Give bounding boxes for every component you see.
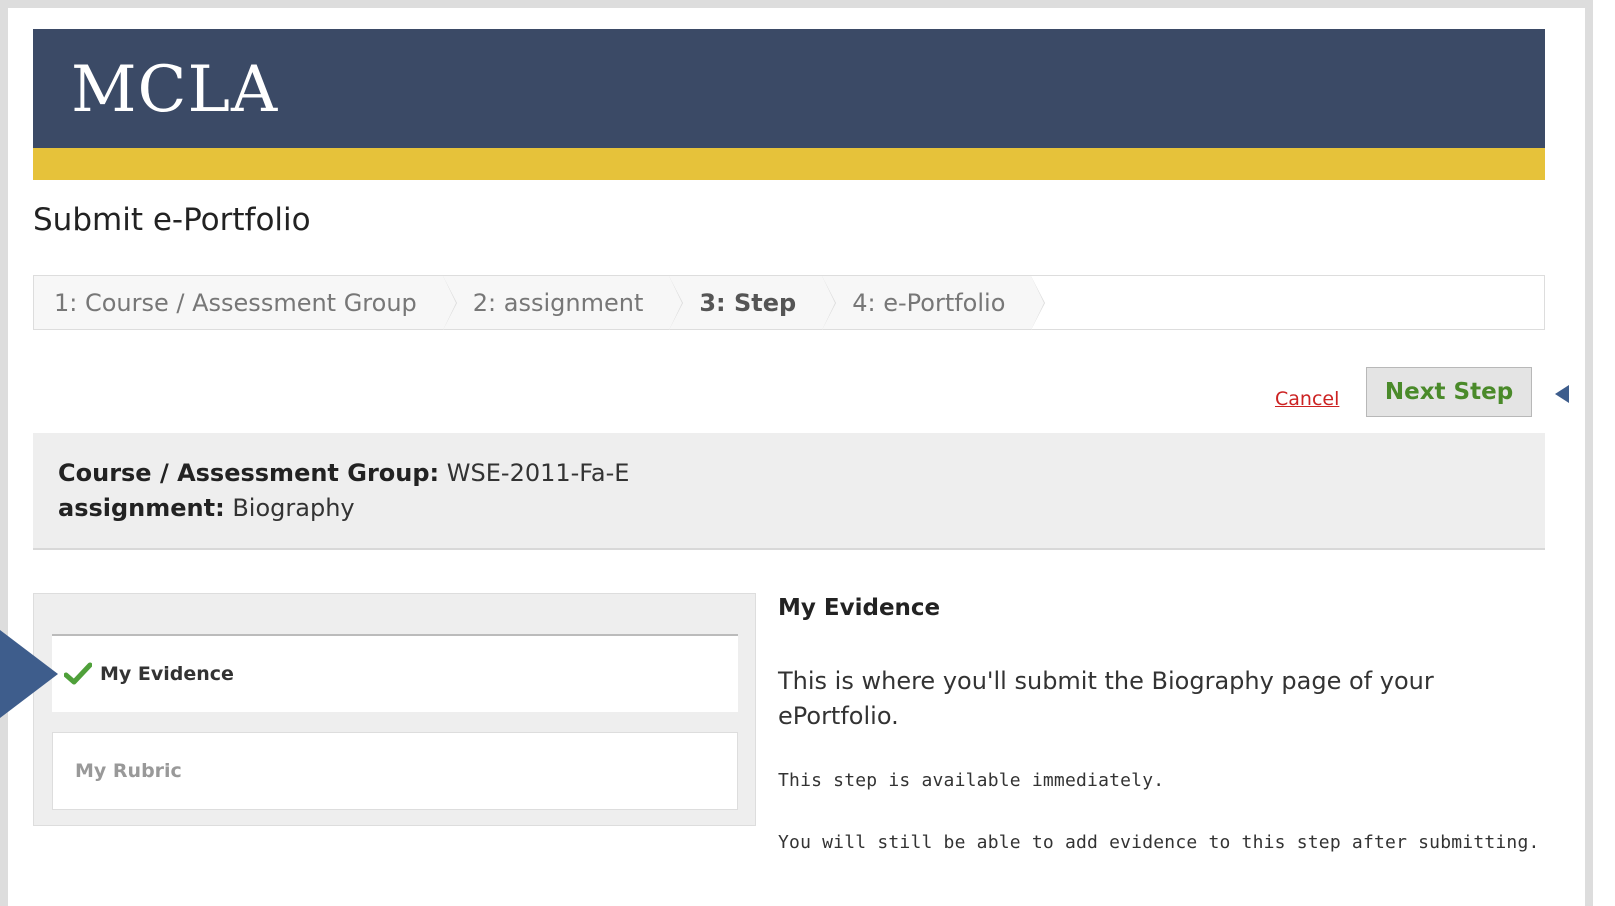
cancel-link[interactable]: Cancel bbox=[1275, 388, 1339, 410]
sidebar-item-label: My Evidence bbox=[100, 663, 234, 685]
check-icon bbox=[64, 662, 92, 685]
sidebar-item-my-rubric[interactable]: My Rubric bbox=[52, 732, 738, 810]
steps-sidebar: My Evidence My Rubric bbox=[33, 593, 756, 826]
wizard-breadcrumb: 1: Course / Assessment Group 2: assignme… bbox=[33, 275, 1545, 330]
wizard-step-eportfolio[interactable]: 4: e-Portfolio bbox=[822, 276, 1046, 330]
wizard-step-assignment[interactable]: 2: assignment bbox=[442, 276, 683, 330]
mcla-logo[interactable]: MCLA bbox=[71, 53, 278, 127]
submission-note: You will still be able to add evidence t… bbox=[778, 832, 1540, 853]
detail-description: This is where you'll submit the Biograph… bbox=[778, 667, 1434, 730]
course-value: WSE-2011-Fa-E bbox=[446, 459, 630, 487]
header-stripe bbox=[33, 148, 1545, 180]
wizard-step-step[interactable]: 3: Step bbox=[669, 276, 837, 330]
wizard-step-course[interactable]: 1: Course / Assessment Group bbox=[34, 276, 457, 330]
callout-arrow-icon bbox=[1555, 385, 1569, 403]
page-title: Submit e-Portfolio bbox=[33, 202, 311, 238]
site-header: MCLA bbox=[33, 29, 1545, 180]
availability-note: This step is available immediately. bbox=[778, 770, 1165, 791]
callout-arrow-icon bbox=[0, 630, 58, 718]
course-info-line: Course / Assessment Group: WSE-2011-Fa-E bbox=[58, 459, 1545, 494]
sidebar-item-label: My Rubric bbox=[75, 760, 182, 782]
detail-title: My Evidence bbox=[778, 595, 941, 621]
assignment-info-panel: Course / Assessment Group: WSE-2011-Fa-E… bbox=[33, 433, 1545, 550]
assignment-info-line: assignment: Biography bbox=[58, 494, 1545, 529]
next-step-button[interactable]: Next Step bbox=[1366, 367, 1532, 417]
assignment-value: Biography bbox=[232, 494, 355, 522]
assignment-label: assignment: bbox=[58, 494, 225, 522]
sidebar-item-my-evidence[interactable]: My Evidence bbox=[52, 634, 738, 712]
course-label: Course / Assessment Group: bbox=[58, 459, 440, 487]
